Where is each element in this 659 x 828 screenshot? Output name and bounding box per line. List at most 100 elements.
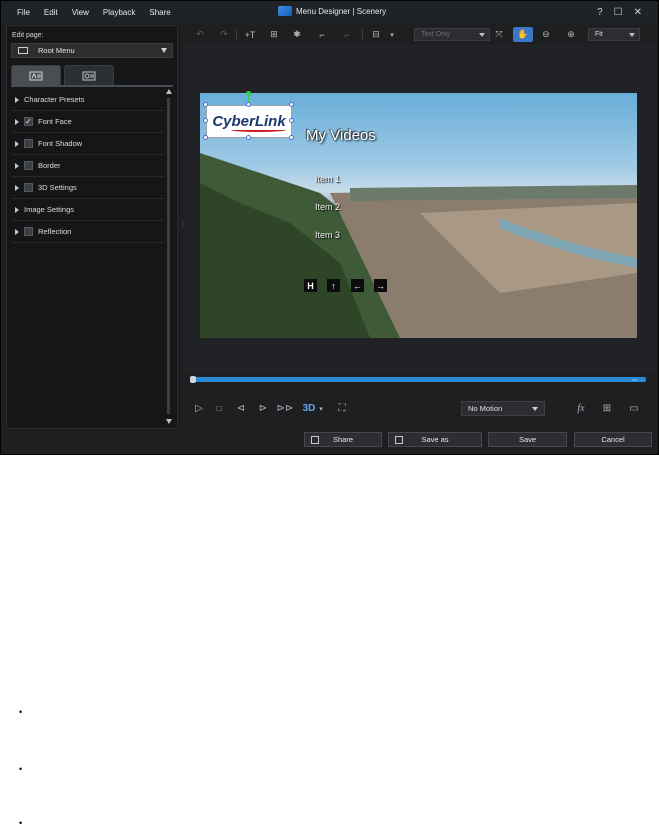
logo-swoosh	[231, 128, 286, 132]
property-character-presets[interactable]: Character Presets	[11, 89, 165, 111]
save-as-button[interactable]: Save as	[388, 432, 482, 447]
share-label: Share	[332, 435, 353, 444]
3d-toggle[interactable]: 3D	[301, 402, 317, 415]
resize-handle[interactable]	[203, 135, 208, 140]
maximize-button[interactable]: ☐	[614, 7, 623, 18]
prev-arrow-button[interactable]: ←	[351, 279, 364, 292]
share-button[interactable]: Share	[304, 432, 382, 447]
save-button[interactable]: Save	[488, 432, 567, 447]
align-dropdown-icon[interactable]: ▾	[387, 27, 397, 42]
edit-page-dropdown[interactable]: Root Menu	[11, 43, 173, 58]
reflection-checkbox[interactable]	[24, 227, 33, 236]
timeline-bar[interactable]	[191, 377, 646, 382]
stop-icon[interactable]: □	[214, 402, 224, 415]
insert-image-icon[interactable]: ✱	[289, 27, 305, 42]
share-icon	[311, 436, 319, 444]
redo-icon[interactable]: ↷	[218, 27, 230, 42]
property-list: Character Presets ✓ Font Face Font Shado…	[11, 89, 165, 243]
property-image-settings[interactable]: Image Settings	[11, 199, 165, 221]
property-3d-settings[interactable]: 3D Settings	[11, 177, 165, 199]
property-font-shadow[interactable]: Font Shadow	[11, 133, 165, 155]
insert-button-icon[interactable]: ⊞	[266, 27, 282, 42]
motion-dropdown[interactable]: No Motion	[461, 401, 545, 416]
menu-file[interactable]: File	[17, 8, 30, 17]
rotate-handle[interactable]	[246, 91, 251, 96]
insert-text-icon[interactable]: +T	[242, 27, 258, 42]
undo-icon[interactable]: ↶	[194, 27, 206, 42]
zoom-out-icon[interactable]: ⊖	[539, 27, 553, 42]
tab-menu-properties[interactable]	[64, 65, 114, 85]
close-button[interactable]: ✕	[634, 7, 642, 18]
grid-icon[interactable]: ⊞	[601, 402, 613, 415]
menu-item-1[interactable]: Item 1	[315, 174, 340, 184]
safe-zone-icon[interactable]: ▭	[627, 402, 641, 415]
font-face-checkbox[interactable]: ✓	[24, 117, 33, 126]
expand-arrow-icon	[15, 184, 19, 191]
property-label: 3D Settings	[38, 183, 77, 192]
scroll-thumb[interactable]	[167, 98, 170, 414]
bullet-point: •	[19, 764, 23, 774]
text-properties-icon	[29, 71, 43, 80]
edit-page-value: Root Menu	[38, 46, 75, 55]
tab-text-properties[interactable]	[11, 65, 61, 85]
next-frame-icon[interactable]: ⊳	[257, 402, 269, 415]
app-logo-icon	[278, 6, 292, 16]
edit-page-label: Edit page:	[12, 32, 44, 39]
menu-view[interactable]: View	[72, 8, 89, 17]
home-button[interactable]: H	[304, 279, 317, 292]
property-reflection[interactable]: Reflection	[11, 221, 165, 243]
next-arrow-button[interactable]: →	[374, 279, 387, 292]
zoom-dropdown[interactable]: Fit	[588, 28, 640, 41]
text-mode-dropdown[interactable]: Text Only	[414, 28, 490, 41]
cancel-button[interactable]: Cancel	[574, 432, 652, 447]
resize-handle[interactable]	[246, 135, 251, 140]
move-tool-icon[interactable]: ⤧	[491, 27, 507, 42]
menu-edit[interactable]: Edit	[44, 8, 58, 17]
set-button-icon[interactable]: ⌐	[339, 27, 355, 42]
resize-handle[interactable]	[289, 118, 294, 123]
menu-title[interactable]: My Videos	[306, 127, 376, 144]
scroll-down-icon[interactable]	[166, 419, 172, 424]
title-bar: File Edit View Playback Share Menu Desig…	[1, 1, 658, 23]
hand-tool-icon[interactable]: ✋	[513, 27, 533, 42]
3d-dropdown-icon[interactable]: ▾	[317, 402, 325, 415]
save-as-icon	[395, 436, 403, 444]
expand-arrow-icon	[15, 140, 19, 147]
fullscreen-icon[interactable]: ⛶	[336, 402, 348, 415]
panel-scrollbar[interactable]	[165, 89, 173, 424]
play-icon[interactable]: ▷	[194, 402, 204, 415]
set-thumbnail-icon[interactable]: ⌐	[314, 27, 330, 42]
resize-handle[interactable]	[289, 135, 294, 140]
toolbar: ↶ ↷ +T ⊞ ✱ ⌐ ⌐ ⊟ ▾ Text Only ⤧ ✋ ⊖ ⊕ Fit	[184, 25, 655, 43]
3d-settings-checkbox[interactable]	[24, 183, 33, 192]
scroll-up-icon[interactable]	[166, 89, 172, 94]
timeline-start-handle[interactable]	[190, 376, 196, 383]
fast-forward-icon[interactable]: ⊳⊳	[277, 402, 294, 415]
bullet-point: •	[19, 707, 23, 717]
property-border[interactable]: Border	[11, 155, 165, 177]
timeline-end-handle[interactable]: ⇔	[631, 375, 639, 384]
previous-frame-icon[interactable]: ⊲	[235, 402, 247, 415]
fx-button[interactable]: fx	[574, 402, 588, 415]
expand-arrow-icon	[15, 228, 19, 235]
menu-item-2[interactable]: Item 2	[315, 202, 340, 212]
menu-item-3[interactable]: Item 3	[315, 230, 340, 240]
resize-handle[interactable]	[203, 102, 208, 107]
panel-tabs	[11, 65, 114, 85]
up-arrow-button[interactable]: ↑	[327, 279, 340, 292]
property-font-face[interactable]: ✓ Font Face	[11, 111, 165, 133]
zoom-in-icon[interactable]: ⊕	[564, 27, 578, 42]
resize-handle[interactable]	[203, 118, 208, 123]
menu-playback[interactable]: Playback	[103, 8, 135, 17]
cyberlink-logo[interactable]: CyberLink	[206, 105, 292, 138]
text-mode-value: Text Only	[421, 31, 451, 38]
font-shadow-checkbox[interactable]	[24, 139, 33, 148]
border-checkbox[interactable]	[24, 161, 33, 170]
chevron-down-icon	[532, 407, 538, 411]
cancel-label: Cancel	[601, 435, 625, 444]
resize-handle[interactable]	[246, 102, 251, 107]
align-icon[interactable]: ⊟	[368, 27, 384, 42]
help-button[interactable]: ?	[597, 7, 603, 18]
menu-share[interactable]: Share	[149, 8, 170, 17]
resize-handle[interactable]	[289, 102, 294, 107]
